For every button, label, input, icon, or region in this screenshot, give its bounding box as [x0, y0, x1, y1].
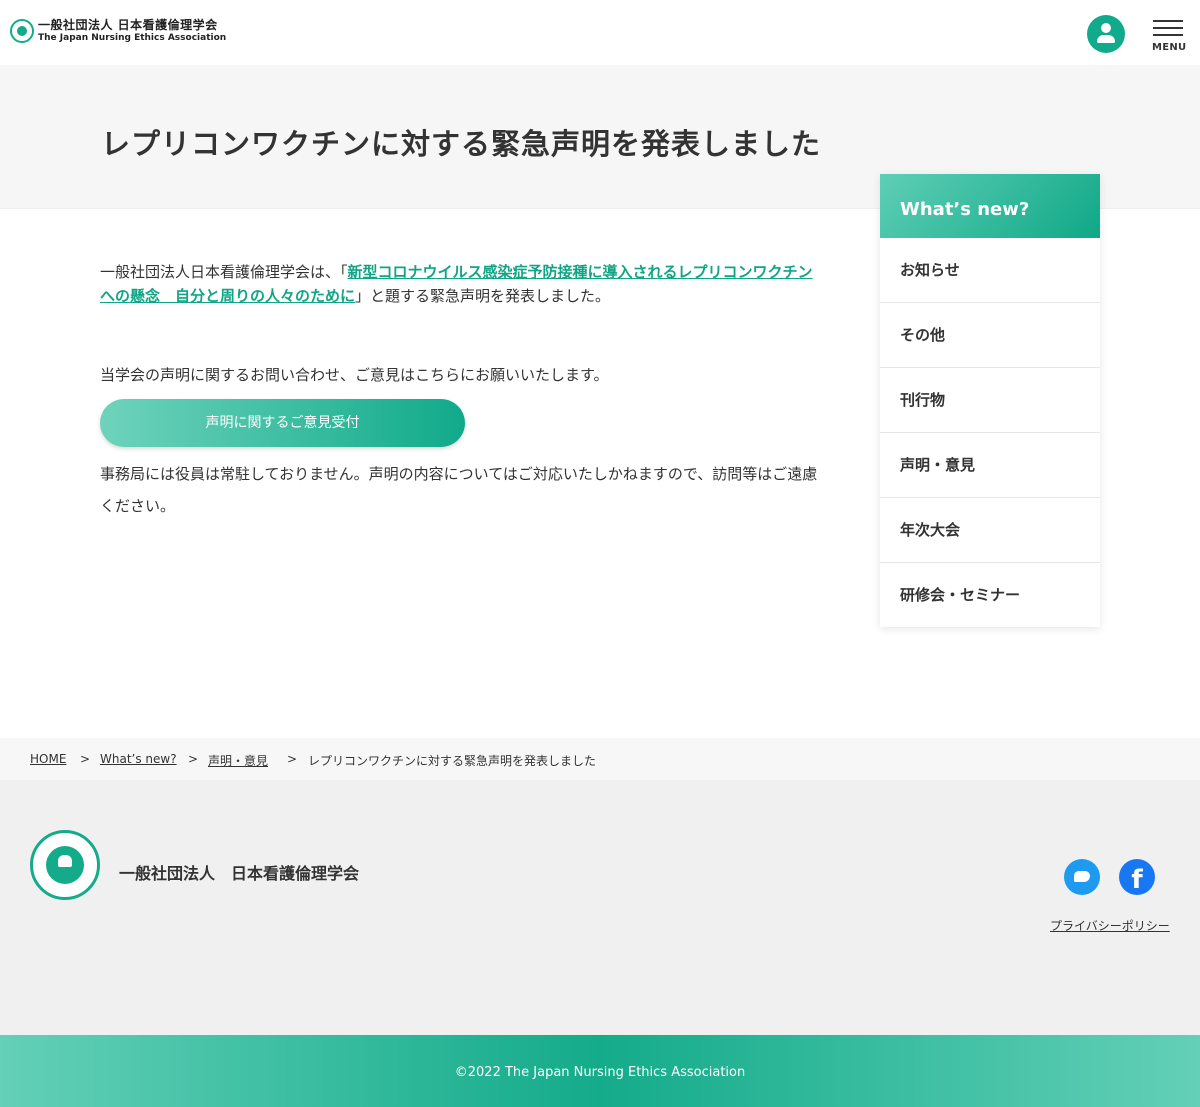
menu-button[interactable]: MENU — [1152, 20, 1187, 56]
logo-org-ja: 一般社団法人 日本看護倫理学会 — [38, 18, 218, 32]
privacy-policy-link[interactable]: プライバシーポリシー — [1050, 917, 1170, 934]
twitter-icon[interactable] — [1064, 859, 1100, 895]
breadcrumb-home[interactable]: HOME — [30, 752, 66, 766]
site-footer: 一般社団法人 日本看護倫理学会 f プライバシーポリシー — [0, 780, 1200, 1035]
footer-org-name: 一般社団法人 日本看護倫理学会 — [119, 864, 360, 883]
site-header: 一般社団法人 日本看護倫理学会 The Japan Nursing Ethics… — [0, 0, 1200, 65]
para1-prefix: 一般社団法人日本看護倫理学会は、「 — [100, 263, 348, 281]
hamburger-icon — [1153, 20, 1183, 22]
hamburger-icon-bar — [1153, 27, 1183, 29]
page-title: レプリコンワクチンに対する緊急声明を発表しました — [101, 127, 822, 161]
inquiry-paragraph: 当学会の声明に関するお問い合わせ、ご意見はこちらにお願いいたします。 — [100, 366, 609, 384]
breadcrumb-separator: > — [287, 752, 298, 766]
para1-suffix: 」と題する緊急声明を発表しました。 — [355, 287, 611, 305]
logo-text: 一般社団法人 日本看護倫理学会 The Japan Nursing Ethics… — [38, 18, 226, 44]
sidebar-item-publications[interactable]: 刊行物 — [880, 368, 1100, 433]
hamburger-icon-bar — [1153, 34, 1183, 36]
user-account-button[interactable] — [1087, 15, 1125, 53]
breadcrumb-category[interactable]: 声明・意見 — [208, 752, 268, 769]
facebook-icon[interactable]: f — [1119, 859, 1155, 895]
notice-paragraph: 事務局には役員は常駐しておりません。声明の内容についてはご対応いたしかねますので… — [100, 465, 818, 515]
sidebar-item-other[interactable]: その他 — [880, 303, 1100, 368]
breadcrumb-separator: > — [188, 752, 199, 766]
opinion-form-button[interactable]: 声明に関するご意見受付 — [100, 399, 465, 447]
user-icon-body — [1097, 35, 1115, 43]
sidebar-item-statements[interactable]: 声明・意見 — [880, 433, 1100, 498]
breadcrumb: HOME > What’s new? > 声明・意見 > レプリコンワクチンに対… — [0, 738, 1200, 780]
copyright-bar: ©2022 The Japan Nursing Ethics Associati… — [0, 1035, 1200, 1107]
sidebar-item-news[interactable]: お知らせ — [880, 238, 1100, 303]
statement-paragraph: 一般社団法人日本看護倫理学会は、「新型コロナウイルス感染症予防接種に導入されるレ… — [100, 260, 825, 308]
site-logo[interactable]: 一般社団法人 日本看護倫理学会 The Japan Nursing Ethics… — [10, 18, 226, 44]
breadcrumb-separator: > — [80, 752, 91, 766]
menu-label: MENU — [1152, 42, 1187, 53]
sidebar-item-seminars[interactable]: 研修会・セミナー — [880, 563, 1100, 628]
breadcrumb-current: レプリコンワクチンに対する緊急声明を発表しました — [308, 754, 597, 768]
sidebar-heading[interactable]: What’s new? — [880, 174, 1100, 238]
sidebar: What’s new? お知らせ その他 刊行物 声明・意見 年次大会 研修会・… — [880, 174, 1100, 627]
logo-emblem-icon — [10, 19, 34, 43]
sidebar-item-annual-meeting[interactable]: 年次大会 — [880, 498, 1100, 563]
footer-emblem-icon[interactable] — [30, 830, 100, 900]
breadcrumb-whats-new[interactable]: What’s new? — [100, 752, 177, 766]
emblem-heart-icon — [58, 855, 72, 867]
user-icon — [1101, 23, 1111, 33]
logo-org-en: The Japan Nursing Ethics Association — [38, 33, 227, 43]
